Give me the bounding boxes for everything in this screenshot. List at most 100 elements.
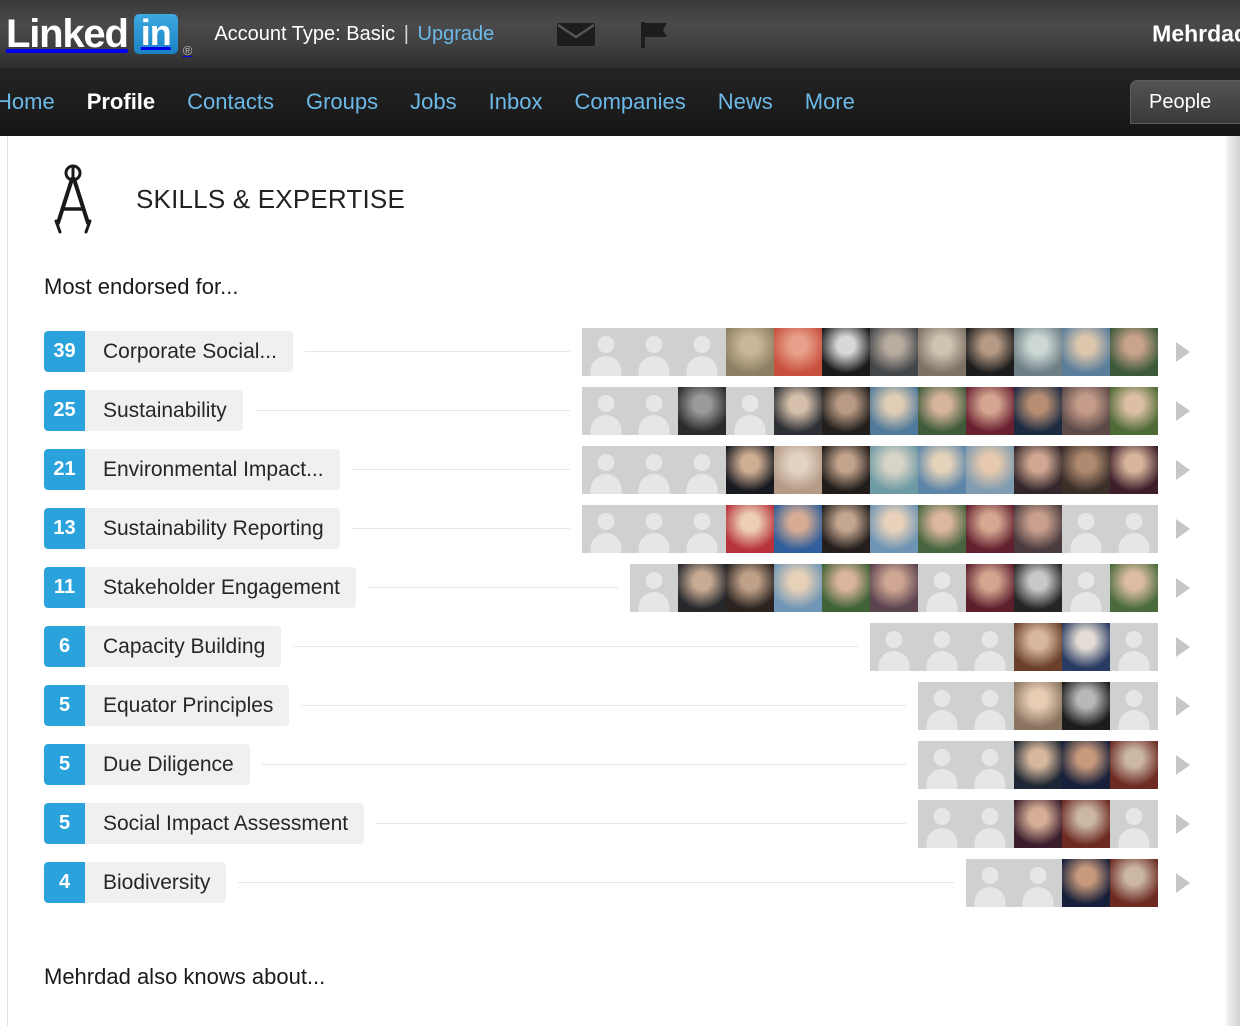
- avatar-placeholder-icon[interactable]: [582, 327, 630, 376]
- avatar-placeholder-icon[interactable]: [966, 799, 1014, 848]
- skill-chip[interactable]: 13 Sustainability Reporting: [44, 508, 340, 549]
- endorser-avatar[interactable]: [918, 327, 966, 376]
- skill-chip[interactable]: 5 Social Impact Assessment: [44, 803, 365, 844]
- endorser-avatar[interactable]: [870, 445, 918, 494]
- endorser-avatar[interactable]: [1110, 740, 1158, 789]
- endorser-avatar[interactable]: [870, 563, 918, 612]
- skill-row[interactable]: 5 Equator Principles: [8, 676, 1240, 735]
- endorser-avatar[interactable]: [918, 386, 966, 435]
- avatar-placeholder-icon[interactable]: [966, 858, 1014, 907]
- nav-item-groups[interactable]: Groups: [290, 89, 394, 115]
- endorser-avatar[interactable]: [870, 386, 918, 435]
- nav-item-companies[interactable]: Companies: [558, 89, 701, 115]
- avatar-placeholder-icon[interactable]: [918, 681, 966, 730]
- skill-chip[interactable]: 4 Biodiversity: [44, 862, 227, 903]
- avatar-placeholder-icon[interactable]: [1110, 622, 1158, 671]
- avatar-placeholder-icon[interactable]: [582, 445, 630, 494]
- endorser-avatar[interactable]: [774, 386, 822, 435]
- endorser-avatar[interactable]: [1062, 740, 1110, 789]
- endorser-avatar[interactable]: [1062, 681, 1110, 730]
- avatar-placeholder-icon[interactable]: [1062, 504, 1110, 553]
- endorser-avatar[interactable]: [1110, 386, 1158, 435]
- nav-item-news[interactable]: News: [702, 89, 789, 115]
- avatar-placeholder-icon[interactable]: [678, 504, 726, 553]
- avatar-placeholder-icon[interactable]: [870, 622, 918, 671]
- endorser-avatar[interactable]: [1062, 858, 1110, 907]
- nav-item-contacts[interactable]: Contacts: [171, 89, 290, 115]
- endorser-avatar[interactable]: [918, 445, 966, 494]
- avatar-placeholder-icon[interactable]: [918, 740, 966, 789]
- endorser-avatar[interactable]: [1014, 740, 1062, 789]
- avatar-placeholder-icon[interactable]: [582, 504, 630, 553]
- nav-item-inbox[interactable]: Inbox: [473, 89, 559, 115]
- endorser-avatar[interactable]: [1062, 386, 1110, 435]
- skill-chip[interactable]: 21 Environmental Impact...: [44, 449, 340, 490]
- avatar-placeholder-icon[interactable]: [1110, 504, 1158, 553]
- avatar-placeholder-icon[interactable]: [966, 622, 1014, 671]
- endorser-avatar[interactable]: [726, 563, 774, 612]
- endorser-avatar[interactable]: [1110, 563, 1158, 612]
- chevron-right-icon[interactable]: [1172, 870, 1198, 896]
- avatar-placeholder-icon[interactable]: [630, 327, 678, 376]
- endorser-avatar[interactable]: [1014, 681, 1062, 730]
- chevron-right-icon[interactable]: [1172, 339, 1198, 365]
- endorser-avatar[interactable]: [726, 445, 774, 494]
- linkedin-logo[interactable]: Linked in ®: [6, 0, 192, 68]
- skill-row[interactable]: 5 Due Diligence: [8, 735, 1240, 794]
- nav-item-profile[interactable]: Profile: [71, 89, 171, 115]
- skill-chip[interactable]: 25 Sustainability: [44, 390, 243, 431]
- endorser-avatar[interactable]: [1014, 327, 1062, 376]
- chevron-right-icon[interactable]: [1172, 457, 1198, 483]
- endorser-avatar[interactable]: [822, 563, 870, 612]
- endorser-avatar[interactable]: [966, 386, 1014, 435]
- endorser-avatar[interactable]: [1110, 445, 1158, 494]
- avatar-placeholder-icon[interactable]: [918, 622, 966, 671]
- endorser-avatar[interactable]: [822, 445, 870, 494]
- chevron-right-icon[interactable]: [1172, 575, 1198, 601]
- skill-row[interactable]: 6 Capacity Building: [8, 617, 1240, 676]
- chevron-right-icon[interactable]: [1172, 516, 1198, 542]
- endorser-avatar[interactable]: [1062, 445, 1110, 494]
- endorser-avatar[interactable]: [774, 445, 822, 494]
- endorser-avatar[interactable]: [870, 504, 918, 553]
- endorser-avatar[interactable]: [774, 563, 822, 612]
- endorser-avatar[interactable]: [966, 504, 1014, 553]
- upgrade-link[interactable]: Upgrade: [418, 23, 495, 45]
- avatar-placeholder-icon[interactable]: [966, 740, 1014, 789]
- avatar-placeholder-icon[interactable]: [1062, 563, 1110, 612]
- avatar-placeholder-icon[interactable]: [918, 799, 966, 848]
- skill-row[interactable]: 25 Sustainability: [8, 381, 1240, 440]
- endorser-avatar[interactable]: [1014, 563, 1062, 612]
- endorser-avatar[interactable]: [822, 504, 870, 553]
- skill-row[interactable]: 21 Environmental Impact...: [8, 440, 1240, 499]
- endorser-avatar[interactable]: [822, 327, 870, 376]
- endorser-avatar[interactable]: [1062, 327, 1110, 376]
- endorser-avatar[interactable]: [1110, 327, 1158, 376]
- chevron-right-icon[interactable]: [1172, 811, 1198, 837]
- chevron-right-icon[interactable]: [1172, 752, 1198, 778]
- endorser-avatar[interactable]: [1014, 504, 1062, 553]
- endorser-avatar[interactable]: [1014, 799, 1062, 848]
- flag-icon[interactable]: [638, 18, 670, 50]
- skill-chip[interactable]: 39 Corporate Social...: [44, 331, 293, 372]
- endorser-avatar[interactable]: [966, 563, 1014, 612]
- endorser-avatar[interactable]: [966, 445, 1014, 494]
- skill-chip[interactable]: 6 Capacity Building: [44, 626, 282, 667]
- avatar-placeholder-icon[interactable]: [918, 563, 966, 612]
- endorser-avatar[interactable]: [1014, 386, 1062, 435]
- skill-row[interactable]: 13 Sustainability Reporting: [8, 499, 1240, 558]
- skill-row[interactable]: 39 Corporate Social...: [8, 322, 1240, 381]
- chevron-right-icon[interactable]: [1172, 634, 1198, 660]
- avatar-placeholder-icon[interactable]: [678, 445, 726, 494]
- account-name[interactable]: Mehrdad: [1152, 21, 1240, 48]
- avatar-placeholder-icon[interactable]: [1014, 858, 1062, 907]
- endorser-avatar[interactable]: [966, 327, 1014, 376]
- endorser-avatar[interactable]: [678, 386, 726, 435]
- skill-chip[interactable]: 5 Due Diligence: [44, 744, 250, 785]
- endorser-avatar[interactable]: [774, 327, 822, 376]
- avatar-placeholder-icon[interactable]: [630, 445, 678, 494]
- avatar-placeholder-icon[interactable]: [582, 386, 630, 435]
- avatar-placeholder-icon[interactable]: [630, 563, 678, 612]
- chevron-right-icon[interactable]: [1172, 693, 1198, 719]
- endorser-avatar[interactable]: [1062, 799, 1110, 848]
